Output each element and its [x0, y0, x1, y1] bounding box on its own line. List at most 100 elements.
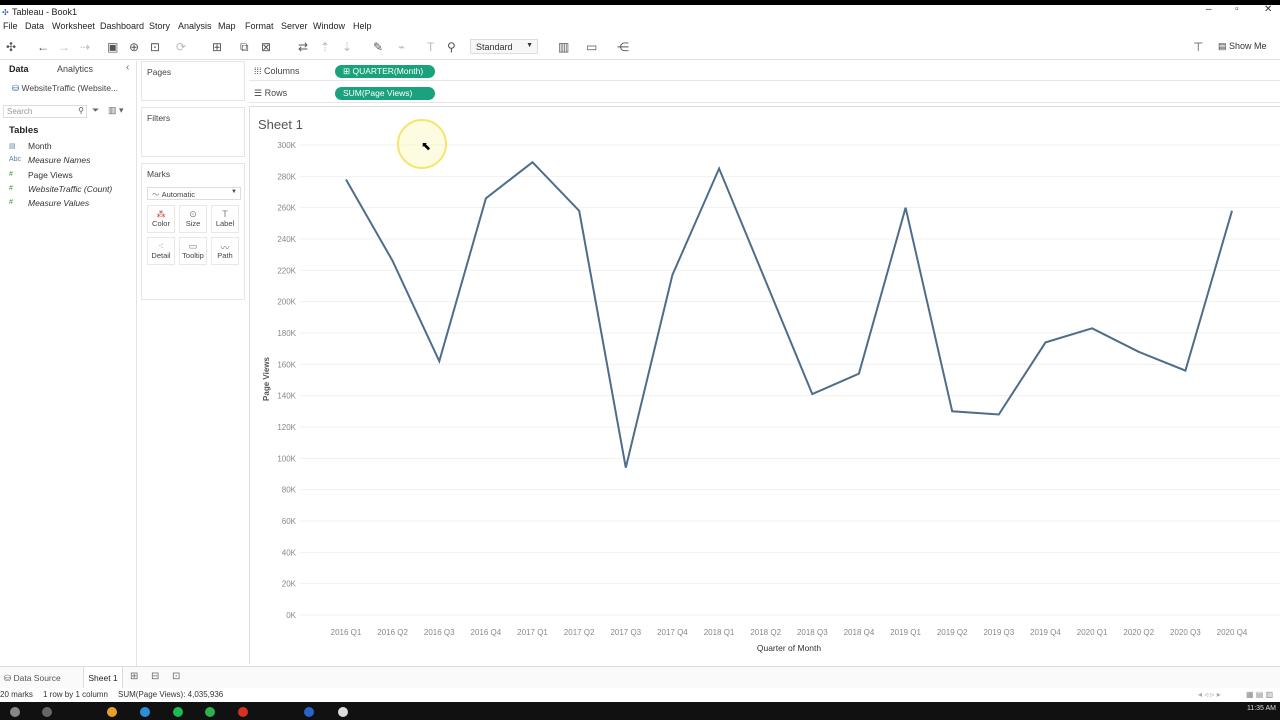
x-tick-label: 2019 Q4: [1030, 628, 1061, 637]
maximize-icon[interactable]: ▫: [1235, 4, 1239, 15]
size-button[interactable]: ⊙ Size: [179, 205, 207, 233]
pages-card[interactable]: Pages: [141, 61, 245, 101]
spotify-icon[interactable]: [173, 707, 183, 717]
show-me-button[interactable]: ▤ Show Me: [1218, 41, 1267, 52]
menu-format[interactable]: Format: [245, 21, 274, 31]
menu-file[interactable]: File: [3, 21, 18, 31]
tab-analytics[interactable]: Analytics: [57, 64, 93, 74]
color-button[interactable]: ⁂ Color: [147, 205, 175, 233]
rows-label: Rows: [264, 88, 288, 98]
presentation-icon[interactable]: ▭: [586, 41, 597, 53]
field-measure-values[interactable]: # Measure Values: [9, 198, 137, 210]
path-icon: 〰: [220, 243, 230, 253]
viz-area[interactable]: 0K 20K 40K 60K 80K 100K 120K 140K 160K 180K 200K 22…: [249, 106, 1280, 664]
highlight-icon[interactable]: ✎: [373, 41, 383, 53]
fix-axes-icon[interactable]: ⚲: [447, 41, 456, 53]
tooltip-button[interactable]: ▭ Tooltip: [179, 237, 207, 265]
x-tick-label: 2017 Q2: [564, 628, 595, 637]
field-measure-names[interactable]: Abc Measure Names: [9, 155, 137, 167]
x-tick-label: 2020 Q2: [1123, 628, 1154, 637]
view-mode-icon[interactable]: ▦ ▤ ▥: [1246, 690, 1273, 699]
minimize-icon[interactable]: –: [1206, 4, 1212, 15]
y-tick-label: 280K: [277, 172, 296, 181]
menu-server[interactable]: Server: [281, 21, 308, 31]
duplicate-icon[interactable]: ⧉: [240, 41, 249, 53]
format-brush-icon[interactable]: ⊤: [1193, 41, 1203, 53]
replay-icon[interactable]: ⇢: [80, 41, 90, 53]
fit-select-value: Standard: [476, 42, 513, 52]
share-icon[interactable]: ⋲: [617, 41, 629, 53]
refresh-icon[interactable]: ⟳: [176, 41, 186, 53]
pause-updates-icon[interactable]: ⊡: [150, 41, 160, 53]
menu-window[interactable]: Window: [313, 21, 345, 31]
status-marks: 20 marks: [0, 690, 33, 699]
redo-icon[interactable]: →: [58, 41, 70, 53]
columns-icon: ⁞⁞⁞: [254, 66, 265, 76]
line-chart[interactable]: 0K 20K 40K 60K 80K 100K 120K 140K 160K 180K 200K 22…: [250, 107, 1280, 665]
chrome-icon[interactable]: [238, 707, 248, 717]
undo-icon[interactable]: ←: [37, 41, 49, 53]
tab-data[interactable]: Data: [9, 64, 29, 74]
new-worksheet-icon[interactable]: ⊞: [212, 41, 222, 53]
new-story-icon[interactable]: ⊡: [172, 671, 180, 682]
y-tick-label: 220K: [277, 266, 296, 275]
app-icon[interactable]: [205, 707, 215, 717]
tooltip-label: Tooltip: [182, 251, 204, 260]
menu-dashboard[interactable]: Dashboard: [100, 21, 144, 31]
label-button[interactable]: T Label: [211, 205, 239, 233]
fit-select[interactable]: Standard ▼: [470, 39, 538, 54]
field-month[interactable]: ▤ Month: [9, 141, 137, 153]
collapse-pane-icon[interactable]: ‹: [126, 62, 129, 73]
columns-shelf[interactable]: ⁞⁞⁞ Columns ⊞ QUARTER(Month): [249, 61, 1280, 81]
new-datasource-icon[interactable]: ⊕: [129, 41, 139, 53]
filters-card[interactable]: Filters: [141, 107, 245, 157]
start-icon[interactable]: [10, 707, 20, 717]
y-tick-label: 80K: [282, 486, 297, 495]
marks-card-title: Marks: [147, 169, 171, 179]
status-bar: 20 marks 1 row by 1 column SUM(Page View…: [0, 688, 1280, 702]
search-input[interactable]: Search ⚲: [3, 105, 87, 118]
menu-data[interactable]: Data: [25, 21, 44, 31]
menu-map[interactable]: Map: [218, 21, 236, 31]
number-type-icon: #: [9, 185, 13, 192]
nav-arrows-icon[interactable]: ◂ ◃ ▹ ▸: [1198, 690, 1221, 699]
path-button[interactable]: 〰 Path: [211, 237, 239, 265]
menu-worksheet[interactable]: Worksheet: [52, 21, 95, 31]
rows-pill[interactable]: SUM(Page Views): [335, 87, 435, 100]
save-icon[interactable]: ▣: [107, 41, 118, 53]
tab-data-source[interactable]: ⛁ Data Source: [4, 673, 61, 684]
app-icon[interactable]: [304, 707, 314, 717]
os-taskbar: 11:35 AM: [0, 702, 1280, 720]
filter-icon[interactable]: ⏷: [92, 105, 99, 116]
field-website-traffic-count[interactable]: # WebsiteTraffic (Count): [9, 184, 137, 196]
menu-analysis[interactable]: Analysis: [178, 21, 212, 31]
swap-icon[interactable]: ⇄: [298, 41, 308, 53]
tab-sheet-1[interactable]: Sheet 1: [83, 667, 123, 688]
show-cards-icon[interactable]: ▥: [558, 41, 569, 53]
detail-button[interactable]: ⁖ Detail: [147, 237, 175, 265]
group-icon[interactable]: ⌁: [398, 41, 405, 53]
tables-header: Tables: [9, 125, 39, 136]
rows-shelf[interactable]: ☰ Rows SUM(Page Views): [249, 83, 1280, 103]
menu-help[interactable]: Help: [353, 21, 372, 31]
folder-icon[interactable]: [107, 707, 117, 717]
status-dims: 1 row by 1 column: [43, 690, 108, 699]
menu-story[interactable]: Story: [149, 21, 170, 31]
columns-pill[interactable]: ⊞ QUARTER(Month): [335, 65, 435, 78]
new-worksheet-icon[interactable]: ⊞: [130, 671, 138, 682]
search-icon[interactable]: [42, 707, 52, 717]
new-dashboard-icon[interactable]: ⊟: [151, 671, 159, 682]
show-labels-icon[interactable]: T: [427, 41, 434, 53]
close-icon[interactable]: ✕: [1264, 4, 1272, 15]
sort-desc-icon[interactable]: ⇣: [342, 41, 352, 53]
edge-icon[interactable]: [140, 707, 150, 717]
datasource-item[interactable]: ⛁ WebsiteTraffic (Website...: [12, 83, 118, 94]
tableau-home-icon[interactable]: ✣: [6, 41, 16, 53]
sort-asc-icon[interactable]: ⇡: [320, 41, 330, 53]
field-page-views[interactable]: # Page Views: [9, 170, 137, 182]
view-options-icon[interactable]: ▥ ▾: [108, 105, 124, 116]
x-tick-label: 2016 Q2: [377, 628, 408, 637]
mark-type-select[interactable]: 〜 Automatic ▼: [147, 187, 241, 200]
tableau-taskbar-icon[interactable]: [338, 707, 348, 717]
clear-sheet-icon[interactable]: ⊠: [261, 41, 271, 53]
